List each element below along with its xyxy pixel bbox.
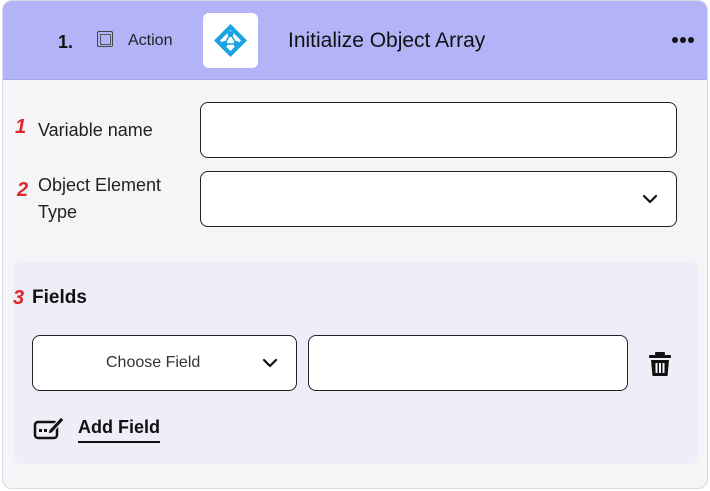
step-marker-2: 2 (17, 179, 29, 201)
action-type-label: Action (128, 32, 173, 49)
trash-icon[interactable] (648, 351, 672, 377)
field-value-input[interactable] (308, 335, 628, 391)
object-element-type-select[interactable] (200, 171, 677, 227)
choose-field-select[interactable]: Choose Field (32, 335, 297, 391)
object-element-type-label: Object Element (38, 175, 162, 195)
more-horizontal-icon[interactable] (668, 29, 698, 49)
variable-name-input[interactable] (200, 102, 677, 158)
action-header: 1. Action Initialize Object Array (3, 1, 707, 80)
step-marker-3: 3 (13, 287, 25, 309)
action-title: Initialize Object Array (288, 29, 486, 52)
fields-title: Fields (32, 287, 87, 308)
checkbox-icon[interactable] (97, 31, 113, 47)
choose-field-label: Choose Field (106, 354, 201, 371)
azure-ad-icon (203, 13, 258, 68)
step-number: 1. (58, 32, 74, 52)
add-field-button[interactable]: Add Field (78, 417, 160, 443)
action-card: 1. Action Initialize Object Array 1 Vari… (2, 0, 708, 489)
edit-add-icon[interactable] (33, 414, 65, 440)
chevron-down-icon (642, 194, 658, 204)
chevron-down-icon (262, 358, 278, 368)
object-element-type-label-line2: Type (38, 202, 78, 222)
variable-name-label: Variable name (38, 120, 153, 140)
step-marker-1: 1 (15, 116, 27, 138)
